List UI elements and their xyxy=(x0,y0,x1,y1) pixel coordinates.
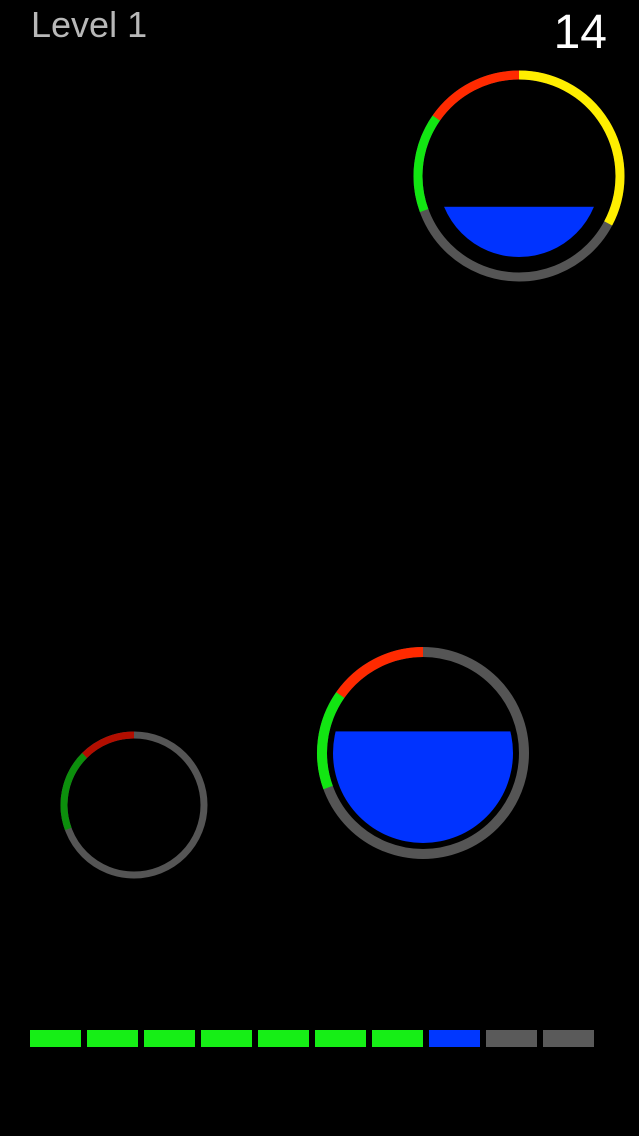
progress-segment-todo xyxy=(486,1030,537,1047)
water-fill xyxy=(438,206,600,257)
progress-segment-done xyxy=(201,1030,252,1047)
red-arc xyxy=(432,70,520,121)
progress-segment-done xyxy=(315,1030,366,1047)
yellow-arc xyxy=(518,70,625,226)
progress-segment-done xyxy=(87,1030,138,1047)
level-label: Level 1 xyxy=(31,4,148,45)
progress-segment-done xyxy=(258,1030,309,1047)
progress-segment-current xyxy=(429,1030,480,1047)
progress-segment-done xyxy=(372,1030,423,1047)
score-counter: 14 xyxy=(553,6,607,59)
green-arc xyxy=(413,115,440,213)
bubble-bottom-middle[interactable] xyxy=(316,646,530,860)
progress-segment-done xyxy=(144,1030,195,1047)
dark-green-arc xyxy=(60,753,88,831)
dark-red-arc xyxy=(82,731,135,759)
red-arc xyxy=(336,647,424,699)
progress-segment-todo xyxy=(543,1030,594,1047)
bubble-top-right[interactable] xyxy=(413,70,625,282)
level-progress-bar xyxy=(30,1030,594,1047)
bubble-bottom-left[interactable] xyxy=(58,729,210,881)
progress-segment-done xyxy=(30,1030,81,1047)
